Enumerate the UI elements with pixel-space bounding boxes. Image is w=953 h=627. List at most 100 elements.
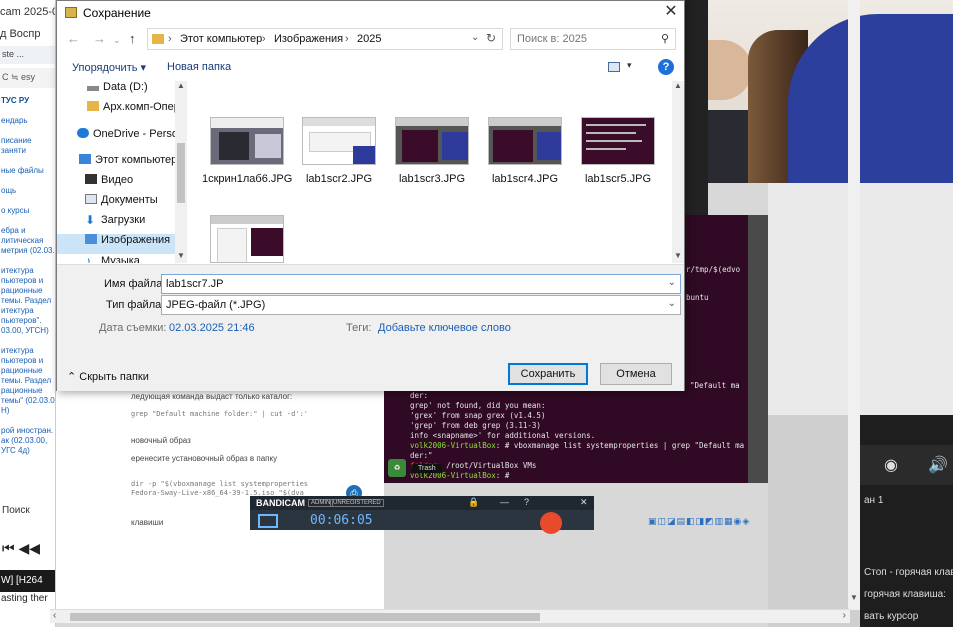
bg-media-controls[interactable]: ⏮ ◀◀ — [0, 540, 55, 570]
folder-icon — [152, 34, 164, 44]
file-thumbnail — [302, 117, 376, 165]
forward-arrow-icon[interactable]: → — [93, 31, 106, 46]
nav-item-documents[interactable]: Документы — [57, 194, 175, 214]
close-icon[interactable]: ✕ — [580, 497, 588, 508]
date-value[interactable]: 02.03.2025 21:46 — [169, 322, 255, 334]
file-list: 1скрин1лаб6.JPG lab1scr2.JPG lab1scr3.JP… — [188, 81, 672, 263]
vertical-scrollbar[interactable]: ▼ — [848, 0, 860, 610]
file-item[interactable]: lab1scr3.JPG — [387, 117, 477, 217]
bg-nav-item[interactable]: итектура пьютеров и рационные темы. Разд… — [0, 266, 55, 336]
scroll-down-icon[interactable]: ▼ — [850, 593, 858, 602]
filename-input[interactable]: lab1scr7.JP ⌄ — [161, 274, 681, 294]
date-label: Дата съемки: — [99, 322, 167, 334]
nav-item-onedrive[interactable]: OneDrive - Person — [57, 128, 175, 148]
nav-scrollbar[interactable]: ▲ ▼ — [175, 81, 187, 263]
tags-input[interactable]: Добавьте ключевое слово — [378, 322, 511, 334]
bg-nav-item[interactable]: писание заняти — [0, 136, 55, 156]
refresh-icon[interactable]: ↻ — [486, 31, 496, 45]
search-icon[interactable]: ⚲ — [661, 32, 669, 45]
search-input[interactable] — [511, 29, 651, 49]
bg-nav-item[interactable]: о курсы — [0, 206, 55, 216]
breadcrumb-this-pc[interactable]: Этот компьютер — [180, 33, 262, 45]
screen-mode-icon[interactable] — [258, 514, 278, 528]
breadcrumb-pictures[interactable]: Изображения — [274, 33, 343, 45]
scroll-right-icon[interactable]: › — [843, 610, 846, 621]
chevron-down-icon[interactable]: ⌄ — [668, 298, 676, 309]
address-bar[interactable]: › Этот компьютер › Изображения › 2025 ⌄ … — [147, 28, 503, 50]
file-item[interactable] — [202, 215, 292, 263]
file-item[interactable]: 1скрин1лаб6.JPG — [202, 117, 292, 217]
speaker-icon[interactable]: 🔊 — [928, 455, 948, 475]
right-gray-panel — [768, 183, 953, 415]
chevron-down-icon[interactable]: ⌄ — [471, 32, 479, 43]
panel-text: вать курсор — [864, 611, 919, 622]
save-button[interactable]: Сохранить — [508, 363, 588, 385]
dialog-titlebar[interactable]: Сохранение ✕ — [57, 1, 684, 25]
minimize-icon[interactable]: — — [500, 497, 509, 507]
nav-scroll-thumb[interactable] — [177, 143, 185, 203]
scroll-thumb[interactable] — [70, 613, 540, 621]
webcam-icon[interactable]: ◉ — [884, 455, 898, 475]
nav-item-video[interactable]: Видео — [57, 174, 175, 194]
file-item[interactable]: lab1scr4.JPG — [480, 117, 570, 217]
scroll-up-icon[interactable]: ▲ — [674, 81, 682, 90]
cancel-button[interactable]: Отмена — [600, 363, 672, 385]
record-button[interactable] — [540, 512, 562, 534]
scroll-down-icon[interactable]: ▼ — [177, 251, 185, 260]
term-line: info <snapname>' for additional versions… — [410, 431, 596, 440]
right-dark-strip — [685, 0, 708, 215]
bg-address[interactable]: C ≒ esy — [0, 68, 55, 88]
term-line: 'grep' from deb grep (3.11-3) — [410, 421, 541, 430]
view-dropdown-icon[interactable]: ▾ — [627, 60, 632, 71]
file-thumbnail — [210, 215, 284, 263]
filetype-value: JPEG-файл (*.JPG) — [166, 299, 266, 311]
view-icon[interactable] — [608, 62, 620, 72]
organize-button[interactable]: Упорядочить ▾ — [72, 61, 146, 74]
recent-dropdown-icon[interactable]: ⌄ — [113, 35, 121, 46]
bg-nav-item[interactable]: ощь — [0, 186, 55, 196]
scroll-up-icon[interactable]: ▲ — [177, 81, 185, 90]
term-line: buntu — [686, 293, 709, 302]
breadcrumb-2025[interactable]: 2025 — [357, 33, 381, 45]
term-line: "Default ma — [690, 381, 740, 390]
file-thumbnail — [488, 117, 562, 165]
close-icon[interactable]: ✕ — [661, 3, 681, 23]
help-icon[interactable]: ? — [524, 497, 529, 507]
bg-search[interactable]: Поиск — [0, 505, 55, 516]
lock-icon[interactable]: 🔒 — [468, 497, 479, 508]
bg-tab[interactable]: ste ... — [0, 46, 55, 64]
file-list-scrollbar[interactable]: ▲ ▼ — [672, 81, 684, 263]
help-icon[interactable]: ? — [658, 59, 674, 75]
horizontal-scrollbar[interactable]: ‹ › — [50, 609, 850, 623]
scroll-left-icon[interactable]: ‹ — [53, 610, 56, 621]
bg-nav-item[interactable]: итектура пьютеров и рационные темы. Разд… — [0, 346, 55, 416]
hide-folders-button[interactable]: ⌃ Скрыть папки — [67, 370, 149, 383]
panel-text: ан 1 — [864, 495, 884, 506]
chevron-down-icon[interactable]: ⌄ — [668, 277, 676, 288]
back-arrow-icon[interactable]: ← — [67, 31, 80, 46]
nav-item-this-pc[interactable]: Этот компьютер — [57, 154, 175, 174]
navigation-row: ← → ⌄ ↑ › Этот компьютер › Изображения ›… — [57, 27, 684, 53]
bg-nav-item[interactable]: рой иностран. ак (02.03.00, УГС 4д) — [0, 426, 55, 456]
new-folder-button[interactable]: Новая папка — [167, 61, 231, 73]
bandicam-widget[interactable]: BANDICAM ADMIN UNREGISTERED 🔒 — ? ✕ 00:0… — [250, 496, 594, 534]
file-item[interactable]: lab1scr5.JPG — [573, 117, 663, 217]
file-item[interactable]: lab1scr2.JPG — [294, 117, 384, 217]
nav-item-arch[interactable]: Арх.комп-Опер — [57, 101, 175, 121]
trash-icon[interactable]: ♻ — [388, 459, 406, 477]
nav-item-downloads[interactable]: ⬇ Загрузки — [57, 214, 175, 234]
bg-nav-item[interactable]: ендарь — [0, 116, 55, 126]
bg-codec-bar: W] [H264 — [0, 570, 55, 592]
doc-line: новочный образ — [131, 436, 191, 445]
background-browser-window: cam 2025-0 д Воспр ste ... C ≒ esy ТУС Р… — [0, 0, 56, 627]
nav-item-pictures[interactable]: Изображения — [57, 234, 175, 254]
up-arrow-icon[interactable]: ↑ — [129, 31, 136, 46]
scroll-down-icon[interactable]: ▼ — [674, 251, 682, 260]
nav-item-data-drive[interactable]: Data (D:) — [57, 81, 175, 101]
nav-item-music[interactable]: ♪ Музыка — [57, 255, 175, 263]
term-line: 'grex' from snap grex (v1.4.5) — [410, 411, 546, 420]
search-box[interactable]: ⚲ — [510, 28, 676, 50]
bg-nav-item[interactable]: ебра и литическая метрия (02.03. — [0, 226, 55, 256]
filetype-select[interactable]: JPEG-файл (*.JPG) ⌄ — [161, 295, 681, 315]
bg-nav-item[interactable]: ные файлы — [0, 166, 55, 176]
